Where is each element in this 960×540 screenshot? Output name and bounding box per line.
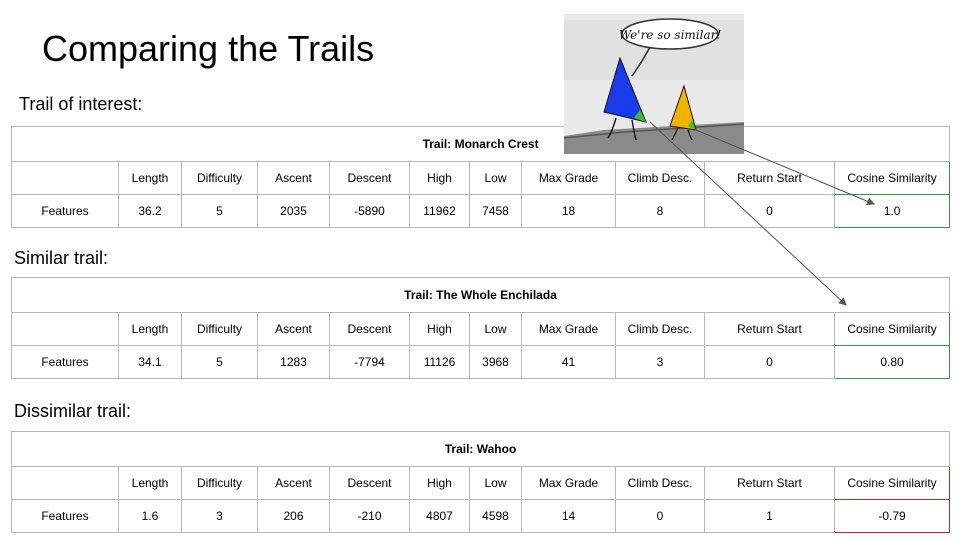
cell-return-start: 0 — [704, 345, 835, 379]
trail-name: Trail: Wahoo — [10, 431, 951, 467]
column-header-length: Length — [118, 466, 182, 500]
cell-length: 36.2 — [118, 194, 182, 228]
column-header-climb-desc: Climb Desc. — [615, 161, 705, 195]
cartoon-illustration: We're so similar! — [564, 14, 744, 154]
column-header-length: Length — [118, 161, 182, 195]
cell-low: 7458 — [469, 194, 522, 228]
column-header-max-grade: Max Grade — [521, 161, 616, 195]
column-header-ascent: Ascent — [257, 312, 330, 346]
trail-name: Trail: The Whole Enchilada — [10, 277, 951, 313]
column-header-descent: Descent — [329, 466, 410, 500]
cell-max-grade: 41 — [521, 345, 616, 379]
cell-climb-desc: 0 — [615, 499, 705, 533]
trail-table-similar: Trail: The Whole Enchilada Length Diffic… — [10, 277, 951, 379]
speech-bubble-text: We're so similar! — [619, 28, 722, 42]
row-label: Features — [11, 345, 119, 379]
column-header-return-start: Return Start — [704, 466, 835, 500]
section-label-dissimilar: Dissimilar trail: — [14, 401, 131, 421]
column-header-blank — [11, 312, 119, 346]
cell-climb-desc: 3 — [615, 345, 705, 379]
column-header-blank — [11, 161, 119, 195]
column-header-length: Length — [118, 312, 182, 346]
cell-descent: -5890 — [329, 194, 410, 228]
cell-length: 34.1 — [118, 345, 182, 379]
column-header-low: Low — [469, 161, 522, 195]
cell-max-grade: 14 — [521, 499, 616, 533]
cell-climb-desc: 8 — [615, 194, 705, 228]
cell-descent: -210 — [329, 499, 410, 533]
column-header-return-start: Return Start — [704, 312, 835, 346]
column-header-cosine-similarity: Cosine Similarity — [833, 312, 951, 346]
column-header-descent: Descent — [329, 161, 410, 195]
cell-descent: -7794 — [329, 345, 410, 379]
cell-cosine-similarity: 0.80 — [833, 345, 951, 379]
cell-return-start: 1 — [704, 499, 835, 533]
row-label: Features — [11, 499, 119, 533]
trail-name: Trail: Monarch Crest — [10, 126, 951, 162]
column-header-cosine-similarity: Cosine Similarity — [833, 466, 951, 500]
cell-ascent: 1283 — [257, 345, 330, 379]
cell-low: 3968 — [469, 345, 522, 379]
column-header-climb-desc: Climb Desc. — [615, 312, 705, 346]
column-header-ascent: Ascent — [257, 161, 330, 195]
section-label-similar: Similar trail: — [14, 248, 109, 268]
column-header-low: Low — [469, 312, 522, 346]
column-header-difficulty: Difficulty — [181, 161, 258, 195]
cell-high: 11126 — [409, 345, 470, 379]
column-header-max-grade: Max Grade — [521, 312, 616, 346]
row-label: Features — [11, 194, 119, 228]
cell-ascent: 2035 — [257, 194, 330, 228]
cell-max-grade: 18 — [521, 194, 616, 228]
cell-length: 1.6 — [118, 499, 182, 533]
cell-difficulty: 3 — [181, 499, 258, 533]
cell-difficulty: 5 — [181, 194, 258, 228]
slide-title: Comparing the Trails — [42, 28, 375, 69]
cell-cosine-similarity: 1.0 — [833, 194, 951, 228]
column-header-low: Low — [469, 466, 522, 500]
cell-high: 11962 — [409, 194, 470, 228]
column-header-high: High — [409, 312, 470, 346]
cell-difficulty: 5 — [181, 345, 258, 379]
column-header-max-grade: Max Grade — [521, 466, 616, 500]
cell-cosine-similarity: -0.79 — [833, 499, 951, 533]
section-label-interest: Trail of interest: — [19, 94, 143, 114]
column-header-difficulty: Difficulty — [181, 312, 258, 346]
two-triangle-characters-icon: We're so similar! — [564, 14, 744, 154]
trail-table-dissimilar: Trail: Wahoo Length Difficulty Ascent De… — [10, 431, 951, 533]
cell-high: 4807 — [409, 499, 470, 533]
trail-table-interest: Trail: Monarch Crest Length Difficulty A… — [10, 126, 951, 228]
cell-ascent: 206 — [257, 499, 330, 533]
column-header-blank — [11, 466, 119, 500]
column-header-ascent: Ascent — [257, 466, 330, 500]
column-header-high: High — [409, 466, 470, 500]
column-header-descent: Descent — [329, 312, 410, 346]
column-header-climb-desc: Climb Desc. — [615, 466, 705, 500]
column-header-difficulty: Difficulty — [181, 466, 258, 500]
column-header-return-start: Return Start — [704, 161, 835, 195]
column-header-cosine-similarity: Cosine Similarity — [833, 161, 951, 195]
cell-return-start: 0 — [704, 194, 835, 228]
cell-low: 4598 — [469, 499, 522, 533]
column-header-high: High — [409, 161, 470, 195]
